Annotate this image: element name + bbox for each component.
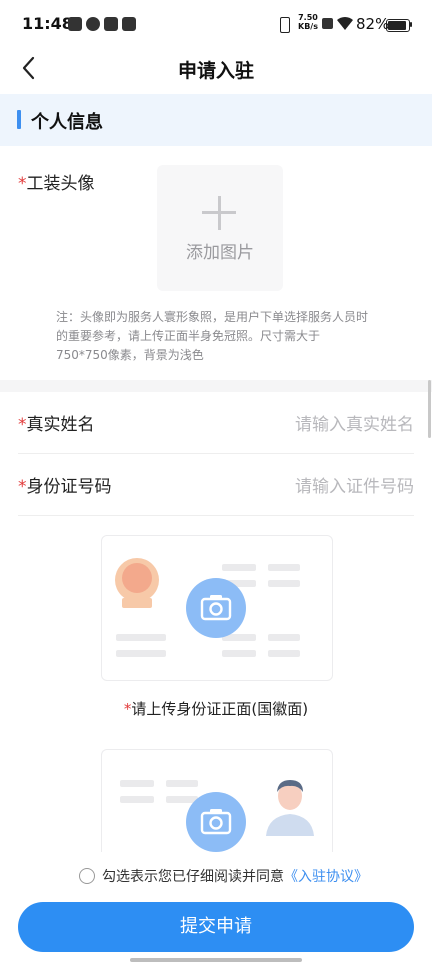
- submit-button[interactable]: 提交申请: [18, 902, 414, 952]
- camera-icon: [186, 792, 246, 852]
- emblem-icon: [115, 558, 159, 608]
- plus-icon-vertical: [218, 196, 221, 230]
- photo-note: 注：头像即为服务人寰形象照，是用户下单选择服务人员时的重要参考，请上传正面半身免…: [56, 310, 369, 362]
- notification-icon: [68, 17, 82, 31]
- row-divider: [18, 515, 414, 516]
- agreement-link[interactable]: 《入驻协议》: [284, 869, 368, 885]
- app-notification-icon: [86, 17, 100, 31]
- photo-label: *工装头像: [18, 174, 95, 194]
- section-divider: [0, 380, 432, 392]
- name-input[interactable]: 请输入真实姓名: [295, 410, 414, 435]
- home-indicator[interactable]: [130, 958, 302, 962]
- section-title: 个人信息: [31, 112, 103, 133]
- row-divider: [18, 453, 414, 454]
- id-number-input[interactable]: 请输入证件号码: [295, 472, 414, 497]
- agreement-text: 勾选表示您已仔细阅读并同意《入驻协议》: [102, 869, 368, 885]
- vibrate-icon: [280, 17, 290, 33]
- battery-percent: 82%: [356, 15, 390, 33]
- play-notification-icon: [104, 17, 118, 31]
- data-off-icon: [322, 18, 333, 29]
- id-front-caption: *请上传身份证正面(国徽面): [123, 700, 309, 718]
- section-accent-bar: [17, 110, 21, 129]
- wifi-icon: [337, 16, 353, 30]
- page-title: 申请入驻: [177, 60, 254, 82]
- scrollbar[interactable]: [428, 380, 431, 438]
- agreement-checkbox[interactable]: [79, 868, 95, 884]
- mail-notification-icon: [122, 17, 136, 31]
- net-speed: 7.50 KB/s: [298, 13, 318, 31]
- id-front-upload[interactable]: [101, 535, 333, 681]
- battery-icon: [386, 19, 410, 32]
- id-number-label: *身份证号码: [18, 477, 112, 497]
- camera-icon: [186, 578, 246, 638]
- portrait-icon: [266, 780, 314, 836]
- upload-label: 添加图片: [186, 243, 254, 263]
- battery-tip: [410, 22, 412, 27]
- name-label: *真实姓名: [18, 415, 95, 435]
- status-time: 11:48: [22, 14, 73, 33]
- id-back-upload[interactable]: [101, 749, 333, 858]
